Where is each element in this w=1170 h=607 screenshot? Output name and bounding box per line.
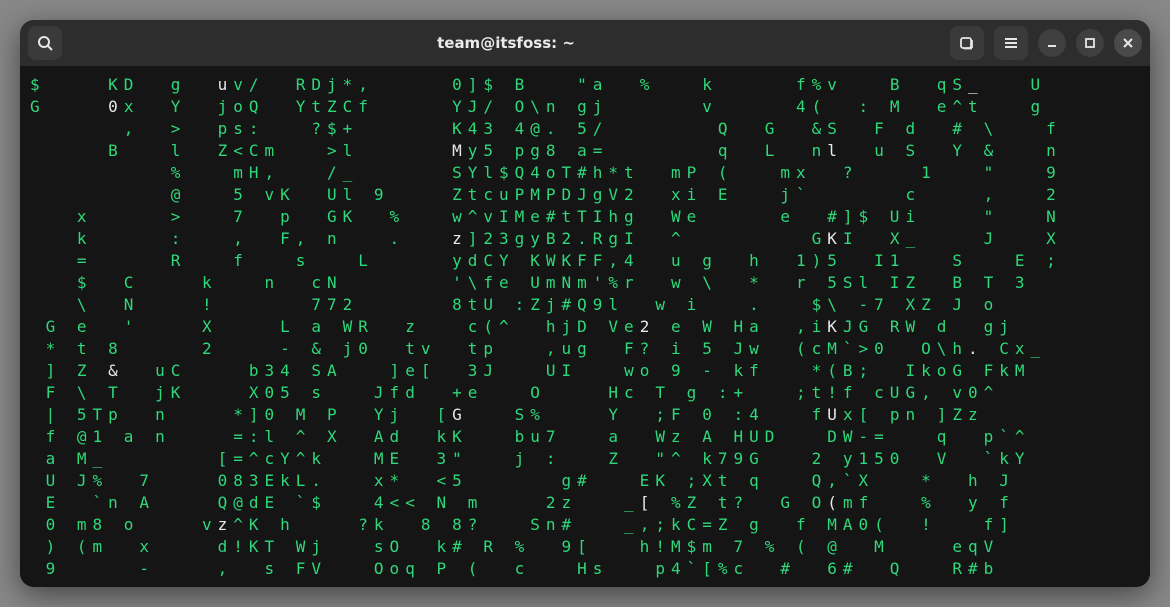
new-tab-button[interactable] (950, 26, 984, 60)
terminal-body[interactable]: $ KD g uv/ RDj*, 0]$ B "a % k f%v B qS_ … (20, 66, 1150, 587)
maximize-button[interactable] (1076, 29, 1104, 57)
terminal-window: team@itsfoss: ~ (20, 20, 1150, 587)
menu-button[interactable] (994, 26, 1028, 60)
close-button[interactable] (1114, 29, 1142, 57)
maximize-icon (1084, 37, 1096, 49)
minimize-icon (1046, 37, 1058, 49)
new-tab-icon (959, 35, 975, 51)
titlebar: team@itsfoss: ~ (20, 20, 1150, 66)
window-title: team@itsfoss: ~ (70, 34, 942, 52)
search-icon (37, 35, 53, 51)
titlebar-right (950, 26, 1142, 60)
minimize-button[interactable] (1038, 29, 1066, 57)
terminal-output: $ KD g uv/ RDj*, 0]$ B "a % k f%v B qS_ … (30, 74, 1140, 580)
close-icon (1122, 37, 1134, 49)
search-button[interactable] (28, 26, 62, 60)
hamburger-icon (1003, 35, 1019, 51)
